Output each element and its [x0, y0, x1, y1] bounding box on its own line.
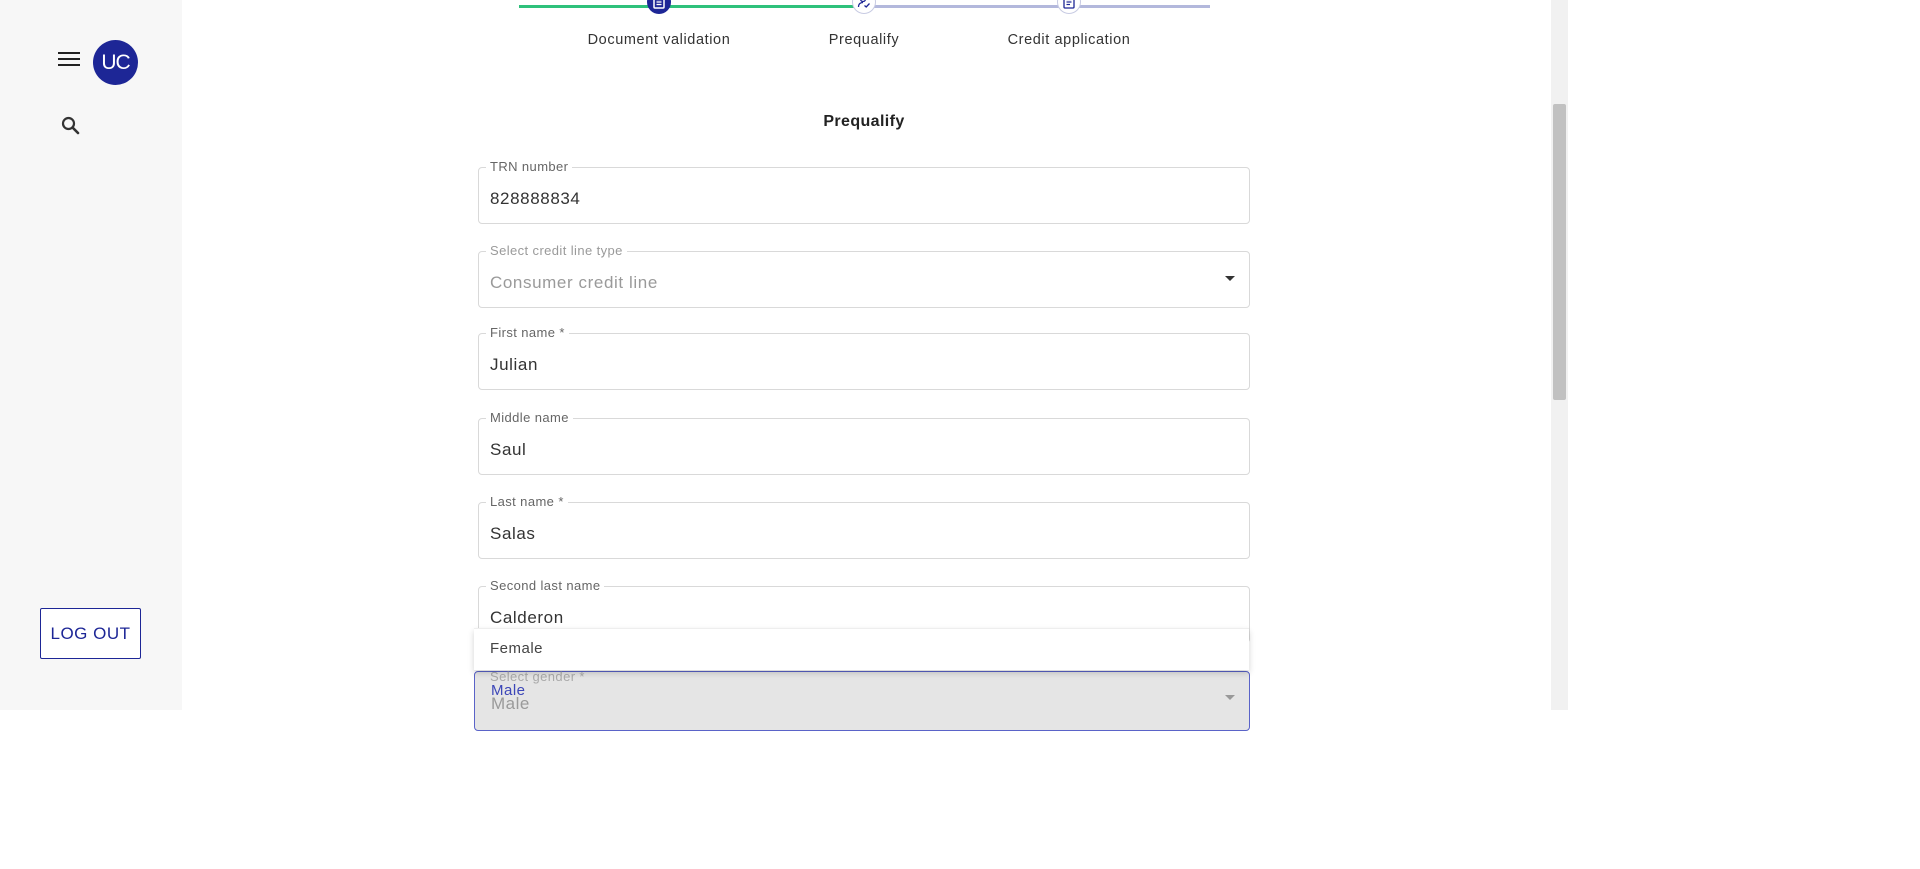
chevron-down-icon[interactable] — [1225, 276, 1235, 281]
scrollbar-thumb[interactable] — [1553, 104, 1566, 400]
step-label-credit-application[interactable]: Credit application — [1008, 32, 1131, 48]
document-icon[interactable] — [647, 0, 671, 14]
trn-number-field[interactable]: TRN number 828888834 — [478, 159, 1250, 224]
trn-number-label: TRN number — [486, 159, 573, 174]
trn-number-value[interactable]: 828888834 — [490, 189, 581, 209]
sidebar: UC LOG OUT — [0, 0, 182, 710]
last-name-field[interactable]: Last name * Salas — [478, 494, 1250, 559]
credit-line-type-label: Select credit line type — [486, 243, 627, 258]
stepper-progress-complete — [519, 5, 864, 8]
avatar[interactable]: UC — [93, 40, 138, 85]
first-name-label: First name * — [486, 325, 569, 340]
hamburger-menu-icon[interactable] — [58, 52, 80, 70]
middle-name-label: Middle name — [486, 410, 573, 425]
credit-line-type-select[interactable]: Select credit line type Consumer credit … — [478, 243, 1250, 308]
gender-select[interactable]: Select gender * Male Male — [474, 669, 1250, 731]
search-icon[interactable] — [60, 115, 82, 137]
form-title: Prequalify — [823, 113, 905, 130]
logout-button[interactable]: LOG OUT — [40, 608, 141, 659]
middle-name-field[interactable]: Middle name Saul — [478, 410, 1250, 475]
first-name-field[interactable]: First name * Julian — [478, 325, 1250, 390]
chevron-down-icon[interactable] — [1225, 695, 1235, 700]
gender-value: Male — [491, 694, 530, 713]
scrollbar[interactable] — [1551, 0, 1568, 710]
middle-name-value[interactable]: Saul — [490, 440, 526, 460]
last-name-value[interactable]: Salas — [490, 524, 536, 544]
credit-line-type-value[interactable]: Consumer credit line — [490, 273, 658, 293]
stepper-progress-pending — [864, 5, 1210, 8]
gender-dropdown-menu: Female — [474, 628, 1249, 670]
second-last-name-value[interactable]: Calderon — [490, 608, 564, 628]
step-label-document-validation[interactable]: Document validation — [588, 32, 731, 48]
last-name-label: Last name * — [486, 494, 568, 509]
second-last-name-label: Second last name — [486, 578, 605, 593]
person-check-icon[interactable] — [852, 0, 876, 14]
gender-option-female[interactable]: Female — [490, 640, 543, 657]
document-list-icon[interactable] — [1057, 0, 1081, 14]
first-name-value[interactable]: Julian — [490, 355, 538, 375]
step-label-prequalify[interactable]: Prequalify — [829, 32, 899, 48]
